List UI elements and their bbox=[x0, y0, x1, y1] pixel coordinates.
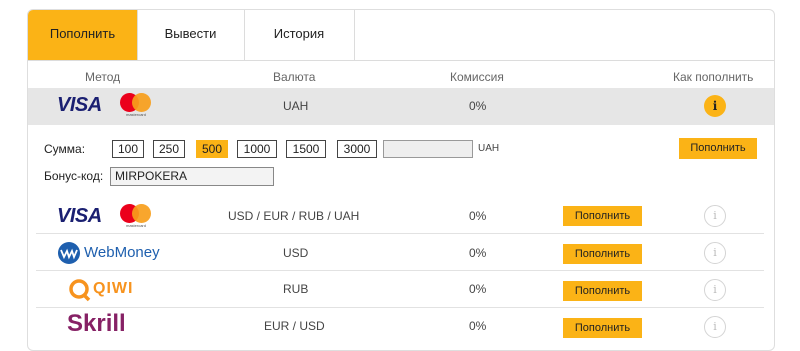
amount-option-250[interactable]: 250 bbox=[153, 140, 185, 158]
selected-commission: 0% bbox=[469, 99, 487, 113]
deposit-button[interactable]: Пополнить bbox=[563, 281, 642, 301]
deposit-button[interactable]: Пополнить bbox=[563, 244, 642, 264]
bonus-code-label: Бонус-код: bbox=[44, 169, 104, 183]
header-method: Метод bbox=[85, 70, 121, 84]
method-commission: 0% bbox=[469, 319, 487, 333]
method-currency: USD / EUR / RUB / UAH bbox=[228, 209, 360, 223]
deposit-panel: Пополнить Вывести История Метод Валюта К… bbox=[27, 9, 775, 351]
info-icon[interactable]: i bbox=[704, 279, 726, 301]
info-icon[interactable]: i bbox=[704, 205, 726, 227]
visa-logo: VISA bbox=[57, 205, 102, 227]
tab-deposit[interactable]: Пополнить bbox=[28, 10, 138, 60]
header-how-to-deposit: Как пополнить bbox=[673, 70, 754, 84]
selected-method-row[interactable]: VISA mastercard UAH 0% i bbox=[28, 88, 774, 125]
selected-currency: UAH bbox=[283, 99, 309, 113]
method-row-webmoney[interactable]: WebMoney USD 0% Пополнить i bbox=[28, 235, 774, 271]
amount-option-100[interactable]: 100 bbox=[112, 140, 144, 158]
header-commission: Комиссия bbox=[450, 70, 504, 84]
header-currency: Валюта bbox=[273, 70, 316, 84]
info-icon[interactable]: i bbox=[704, 95, 726, 117]
info-icon[interactable]: i bbox=[704, 242, 726, 264]
method-currency: RUB bbox=[283, 282, 309, 296]
amount-label: Сумма: bbox=[44, 142, 86, 156]
method-row-skrill[interactable]: Skrill EUR / USD 0% Пополнить i bbox=[28, 308, 774, 344]
mastercard-logo: mastercard bbox=[120, 92, 154, 118]
method-currency: EUR / USD bbox=[264, 319, 325, 333]
qiwi-logo: QIWI bbox=[68, 277, 148, 303]
method-row-visa-mastercard[interactable]: VISA mastercard USD / EUR / RUB / UAH 0%… bbox=[28, 198, 774, 234]
method-currency: USD bbox=[283, 246, 309, 260]
info-icon[interactable]: i bbox=[704, 316, 726, 338]
visa-logo: VISA bbox=[57, 94, 102, 116]
mastercard-logo: mastercard bbox=[120, 203, 154, 229]
deposit-button[interactable]: Пополнить bbox=[563, 318, 642, 338]
method-commission: 0% bbox=[469, 246, 487, 260]
deposit-button[interactable]: Пополнить bbox=[563, 206, 642, 226]
amount-input[interactable] bbox=[383, 140, 473, 158]
amount-option-500[interactable]: 500 bbox=[196, 140, 228, 158]
tab-history[interactable]: История bbox=[244, 10, 355, 60]
method-commission: 0% bbox=[469, 282, 487, 296]
amount-currency: UAH bbox=[478, 143, 500, 154]
webmoney-logo: WebMoney bbox=[57, 240, 187, 266]
amount-option-3000[interactable]: 3000 bbox=[337, 140, 377, 158]
deposit-submit-button[interactable]: Пополнить bbox=[679, 138, 757, 159]
tab-bar: Пополнить Вывести История bbox=[28, 10, 774, 61]
amount-option-1000[interactable]: 1000 bbox=[237, 140, 277, 158]
tab-withdraw[interactable]: Вывести bbox=[137, 10, 245, 60]
method-commission: 0% bbox=[469, 209, 487, 223]
amount-option-1500[interactable]: 1500 bbox=[286, 140, 326, 158]
bonus-code-input[interactable]: MIRPOKERA bbox=[110, 167, 274, 186]
method-row-qiwi[interactable]: QIWI RUB 0% Пополнить i bbox=[28, 272, 774, 308]
skrill-logo: Skrill bbox=[67, 310, 126, 337]
